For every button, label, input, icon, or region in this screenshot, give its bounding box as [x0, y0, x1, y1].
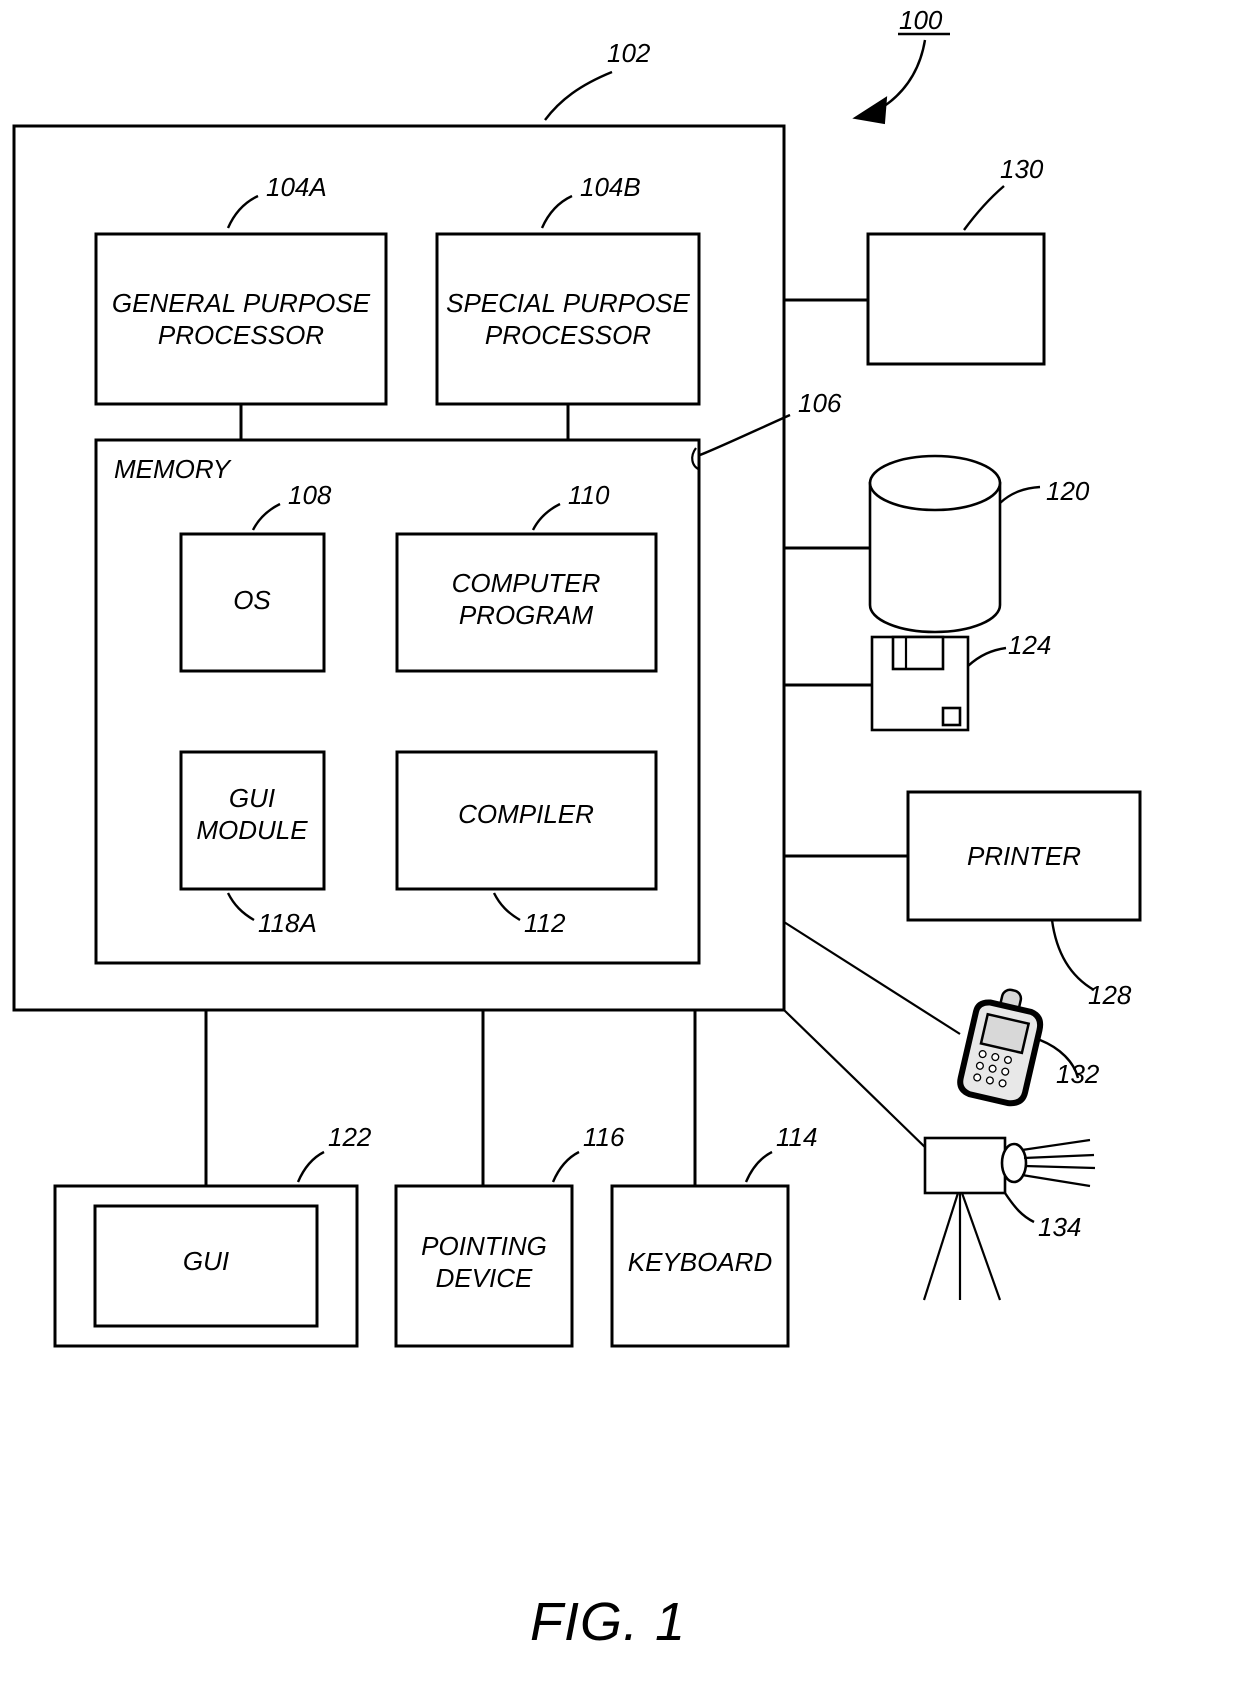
ref-130: 130 — [1000, 154, 1044, 184]
lead-134 — [1004, 1192, 1035, 1224]
camera-tripod-leg-right — [960, 1192, 1002, 1301]
arrowhead — [852, 96, 888, 125]
camera-tripod-leg-left — [922, 1192, 960, 1301]
special-purpose-processor-label-line1: SPECIAL PURPOSE — [446, 288, 690, 318]
computer-program-label-line1: COMPUTER — [452, 568, 601, 598]
lead-114 — [744, 1150, 773, 1183]
patent-figure: 100 102 104A GENERAL PURPOSE PROCESSOR 1… — [0, 0, 1240, 1696]
lead-130 — [963, 185, 1005, 231]
ref-102: 102 — [607, 38, 651, 68]
ref-120: 120 — [1046, 476, 1090, 506]
ref-128: 128 — [1088, 980, 1132, 1010]
ref-114: 114 — [776, 1122, 817, 1152]
ref-124: 124 — [1008, 630, 1051, 660]
ref-116: 116 — [583, 1122, 625, 1152]
special-purpose-processor-label-line2: PROCESSOR — [485, 320, 651, 350]
ref-100: 100 — [899, 5, 943, 35]
pointing-device-label-line1: POINTING — [421, 1231, 547, 1261]
os-label: OS — [233, 585, 271, 615]
ref-104A: 104A — [266, 172, 327, 202]
ref-106: 106 — [798, 388, 842, 418]
gui-module-label-line2: MODULE — [196, 815, 308, 845]
ref-132: 132 — [1056, 1059, 1100, 1089]
general-purpose-processor-label-line2: PROCESSOR — [158, 320, 324, 350]
ref-108: 108 — [288, 480, 332, 510]
memory-label: MEMORY — [114, 454, 232, 484]
figure-caption: FIG. 1 — [530, 1592, 686, 1652]
gui-module-label-line1: GUI — [229, 783, 275, 813]
lead-120 — [999, 485, 1041, 504]
pointing-device-label-line2: DEVICE — [436, 1263, 533, 1293]
ref-122: 122 — [328, 1122, 372, 1152]
removable-media-floppy — [870, 635, 970, 732]
ref-134: 134 — [1038, 1212, 1081, 1242]
mobile-phone-icon — [957, 988, 1044, 1107]
device-130-box — [866, 232, 1046, 366]
data-storage-cylinder — [868, 454, 1002, 634]
keyboard-label: KEYBOARD — [628, 1247, 773, 1277]
ref-118A: 118A — [258, 908, 317, 938]
connector-to-phone — [783, 921, 961, 1035]
general-purpose-processor-label-line1: GENERAL PURPOSE — [112, 288, 371, 318]
system-ref-arrow — [852, 32, 950, 125]
ref-110: 110 — [568, 480, 610, 510]
ref-104B: 104B — [580, 172, 641, 202]
lead-102 — [544, 70, 613, 121]
computer-program-label-line2: PROGRAM — [459, 600, 594, 630]
lead-122 — [296, 1150, 325, 1183]
gui-label: GUI — [183, 1246, 229, 1276]
printer-label: PRINTER — [967, 841, 1081, 871]
compiler-label: COMPILER — [458, 799, 594, 829]
figure-canvas: 100 102 104A GENERAL PURPOSE PROCESSOR 1… — [12, 5, 1142, 1652]
lead-124 — [967, 646, 1007, 667]
ref-112: 112 — [524, 908, 566, 938]
lead-116 — [551, 1150, 580, 1183]
